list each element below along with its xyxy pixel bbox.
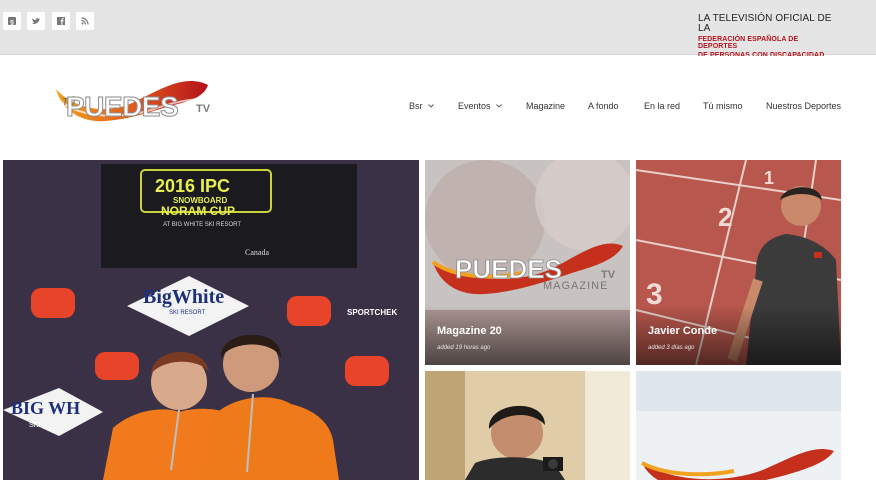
sponsor-bigwhite-2: BIG WH xyxy=(11,398,81,418)
rss-icon[interactable] xyxy=(76,12,94,30)
track-number-2: 2 xyxy=(718,202,733,232)
tile-timestamp: added 3 días ago xyxy=(648,345,695,351)
site-header: TÚ PUEDES TV Bsr Eventos Magazine A fond… xyxy=(0,56,876,160)
post-tile-javier-conde[interactable]: 1 2 3 Javier Conde added 3 días ago xyxy=(636,160,841,365)
nav-item-eventos[interactable]: Eventos xyxy=(458,101,502,111)
sponsor-bigwhite: BigWhite xyxy=(143,286,225,308)
banner-line-1: 2016 IPC xyxy=(155,176,231,196)
chevron-down-icon xyxy=(495,104,502,108)
nav-item-label: En la red xyxy=(644,101,681,111)
banner-line-4: AT BIG WHITE SKI RESORT xyxy=(163,222,242,228)
nav-item-en-la-red[interactable]: En la red xyxy=(644,101,680,111)
nav-item-label: Bsr xyxy=(409,101,423,111)
logo-tv: TV xyxy=(196,103,211,115)
nav-item-label: A fondo xyxy=(588,101,619,111)
site-logo[interactable]: TÚ PUEDES TV xyxy=(54,75,216,127)
post-tile-magazine-20[interactable]: PUEDES TV MAGAZINE Magazine 20 added 19 … xyxy=(425,160,630,365)
photographer-photo xyxy=(425,371,630,480)
magazine-logo-sub: MAGAZINE xyxy=(543,280,609,292)
nav-item-nuestros-deportes[interactable]: Nuestros Deportes xyxy=(766,101,841,111)
nav-item-label: Tú mismo xyxy=(703,101,743,111)
svg-text:g: g xyxy=(10,20,14,26)
nav-item-a-fondo[interactable]: A fondo xyxy=(588,101,619,111)
tile-timestamp: added 19 horas ago xyxy=(437,345,491,351)
nav-item-label: Magazine xyxy=(526,101,566,111)
logo-thumbnail xyxy=(636,371,841,480)
facebook-icon[interactable] xyxy=(52,12,70,30)
sponsor-canada: Canada xyxy=(245,248,269,257)
tile-title: Magazine 20 xyxy=(437,325,502,337)
google-plus-icon[interactable]: g xyxy=(3,12,21,30)
post-tile-photographer[interactable] xyxy=(425,371,630,480)
nav-item-bsr[interactable]: Bsr xyxy=(409,101,434,111)
nav-item-label: Nuestros Deportes xyxy=(766,101,842,111)
chevron-down-icon xyxy=(427,104,434,108)
sponsor-sportchek: SPORTCHEK xyxy=(347,308,398,317)
nav-item-magazine[interactable]: Magazine xyxy=(526,101,565,111)
featured-post-tile[interactable]: 2016 IPC SNOWBOARD NORAM CUP AT BIG WHIT… xyxy=(3,160,419,480)
banner-line-3: NORAM CUP xyxy=(161,204,235,218)
nav-item-tu-mismo[interactable]: Tú mismo xyxy=(703,101,743,111)
post-tile-tupuedes-logo[interactable] xyxy=(636,371,841,480)
track-number-1: 1 xyxy=(764,168,775,188)
nav-item-label: Eventos xyxy=(458,101,491,111)
sponsor-bigwhite-sub: SKI RESORT xyxy=(169,310,206,316)
federation-line-1: LA TELEVISIÓN OFICIAL DE LA xyxy=(698,13,832,34)
twitter-icon[interactable] xyxy=(27,12,45,30)
federation-line-2: FEDERACIÓN ESPAÑOLA DE DEPORTES xyxy=(698,36,799,50)
top-bar: g LA TELEVISIÓN OFICIAL DE LA FEDERACIÓN… xyxy=(0,0,876,66)
sponsor-bigwhite-2-sub: SKI xyxy=(29,422,41,429)
tile-title: Javier Conde xyxy=(648,325,718,337)
logo-main: PUEDES xyxy=(65,91,179,123)
